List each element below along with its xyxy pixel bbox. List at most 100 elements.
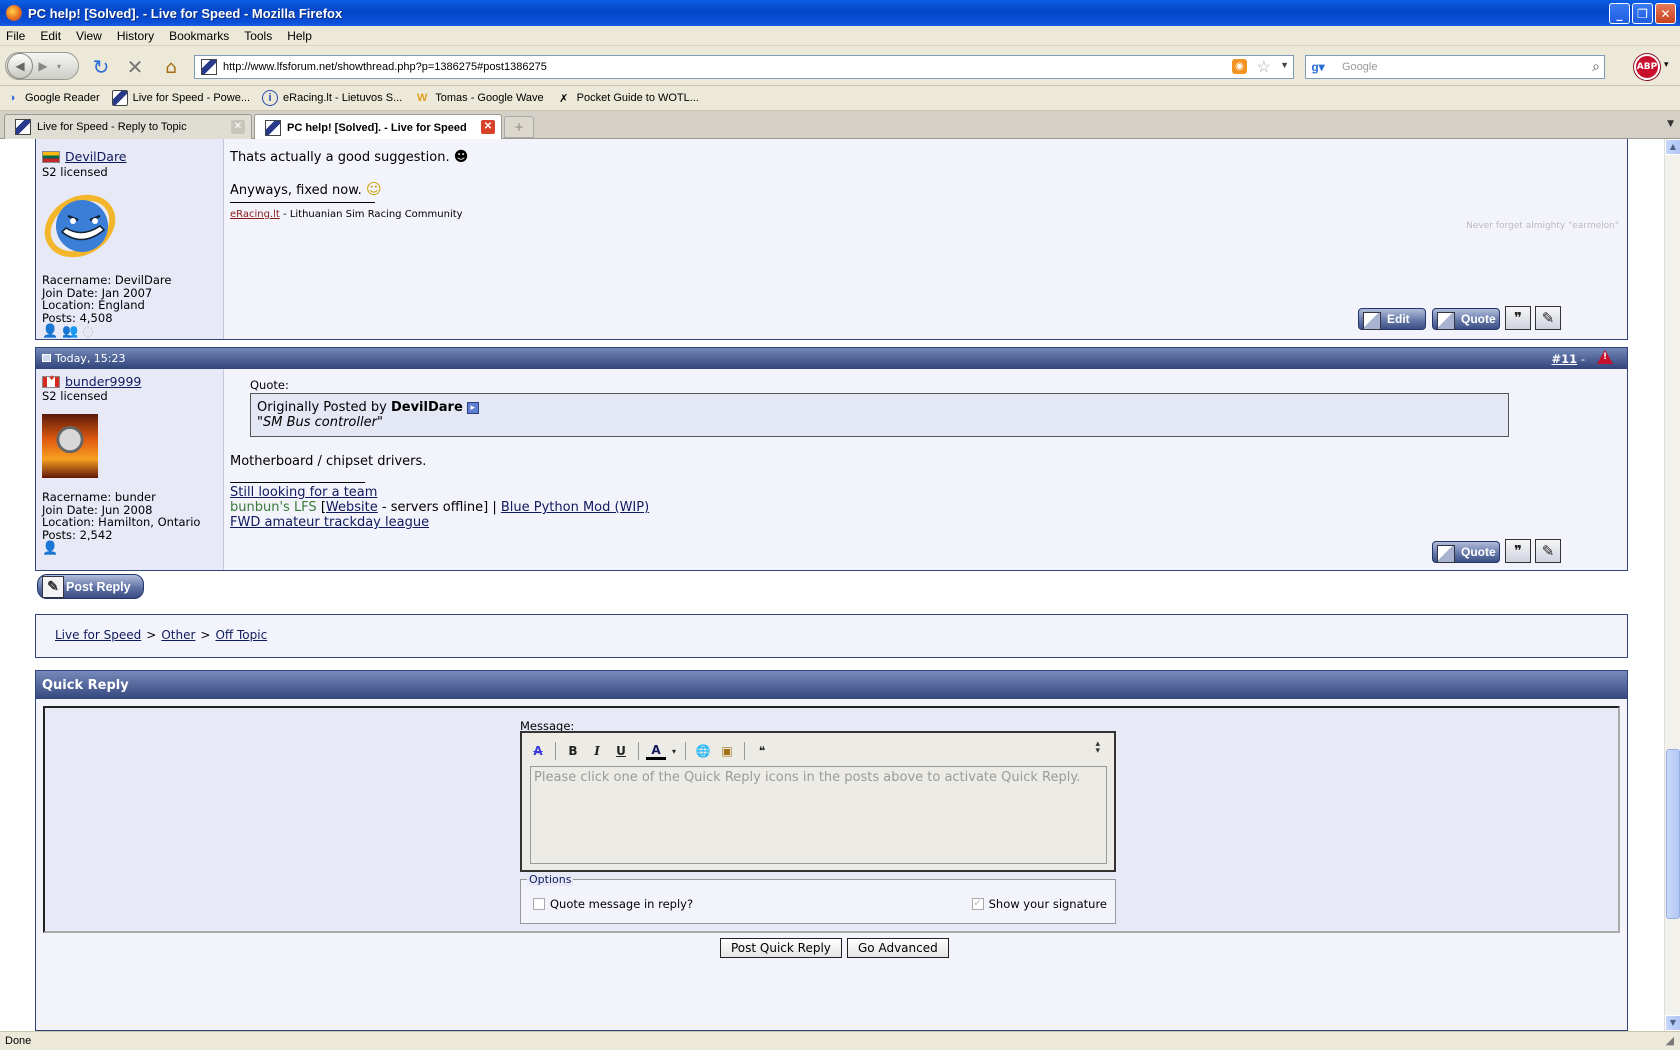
bookmark-google-reader[interactable]: ◑ Google Reader	[4, 90, 100, 106]
menu-bookmarks[interactable]: Bookmarks	[169, 29, 229, 43]
menu-edit[interactable]: Edit	[40, 29, 61, 43]
eracing-link[interactable]: eRacing.lt	[230, 209, 280, 220]
quote-box: Originally Posted by DevilDare ▸ "SM Bus …	[250, 393, 1509, 437]
post-quick-reply-button[interactable]: Post Quick Reply	[720, 938, 842, 958]
tab-pc-help[interactable]: PC help! [Solved]. - Live for Speed ✕	[254, 114, 502, 140]
quote-button[interactable]: Quote	[1432, 308, 1500, 330]
scroll-down-icon[interactable]: ▼	[1665, 1015, 1680, 1031]
breadcrumb-other[interactable]: Other	[161, 628, 195, 642]
underline-icon[interactable]: U	[611, 741, 631, 761]
message-textarea[interactable]: Please click one of the Quick Reply icon…	[530, 766, 1107, 864]
firefox-icon	[6, 5, 22, 21]
quote-button[interactable]: Quote	[1432, 541, 1500, 563]
multi-quote-icon[interactable]: ❞	[1505, 306, 1531, 330]
report-post-icon[interactable]	[1597, 350, 1613, 364]
search-magnifier-icon[interactable]: ⌕	[1592, 58, 1600, 75]
website-link[interactable]: Website	[326, 500, 378, 515]
home-icon[interactable]: ⌂	[158, 54, 184, 80]
resize-grip-icon[interactable]: ◢	[1666, 1032, 1674, 1050]
bookmark-star-icon[interactable]: ☆	[1257, 57, 1271, 77]
italic-icon[interactable]: I	[587, 741, 607, 761]
menu-view[interactable]: View	[76, 29, 102, 43]
user-profile-icon[interactable]: 👤	[42, 324, 58, 339]
menu-history[interactable]: History	[117, 29, 154, 43]
tab-close-icon[interactable]: ✕	[481, 120, 495, 134]
scrollbar-thumb[interactable]	[1666, 749, 1680, 919]
scroll-up-icon[interactable]: ▲	[1665, 139, 1680, 155]
user-profile-icon[interactable]: 👤	[42, 541, 58, 556]
minimize-button[interactable]: _	[1609, 3, 1630, 24]
breadcrumb-off-topic[interactable]: Off Topic	[215, 628, 267, 642]
checkbox-icon[interactable]	[533, 898, 545, 910]
font-color-icon[interactable]: A	[646, 742, 666, 760]
url-bar[interactable]: http://www.lfsforum.net/showthread.php?p…	[194, 55, 1294, 79]
user-buddy-icon[interactable]: 👥	[62, 324, 78, 339]
tab-bar: Live for Speed - Reply to Topic ✕ PC hel…	[0, 111, 1680, 140]
quick-reply-icon[interactable]: ✎	[1535, 539, 1561, 563]
quick-reply-title: Quick Reply	[36, 671, 1627, 699]
bookmark-eracing[interactable]: i eRacing.lt - Lietuvos S...	[262, 90, 402, 106]
quick-reply-icon[interactable]: ✎	[1535, 306, 1561, 330]
window-titlebar: PC help! [Solved]. - Live for Speed - Mo…	[0, 0, 1680, 26]
post-header-bar: Today, 15:23 #11 -	[35, 347, 1628, 369]
show-signature-checkbox[interactable]: ✓ Show your signature	[971, 897, 1107, 911]
tab-reply-to-topic[interactable]: Live for Speed - Reply to Topic ✕	[4, 114, 252, 139]
bookmark-pocket-guide[interactable]: ✗ Pocket Guide to WOTL...	[556, 90, 699, 106]
stop-icon[interactable]: ✕	[122, 54, 148, 80]
quote-attribution: Originally Posted by DevilDare ▸	[257, 400, 1502, 415]
user-title: S2 licensed	[42, 165, 108, 179]
history-dropdown-icon[interactable]: ▾	[53, 62, 65, 71]
resize-editor-icon[interactable]: ▴ ▾	[1095, 740, 1100, 756]
bookmarks-toolbar: ◑ Google Reader Live for Speed - Powe...…	[0, 86, 1680, 111]
insert-quote-icon[interactable]: ❝	[752, 741, 772, 761]
search-bar[interactable]: g▾ Google ⌕	[1305, 55, 1605, 79]
insert-image-icon[interactable]: ▣	[717, 741, 737, 761]
figure-icon: ✗	[559, 92, 569, 105]
message-editor: A B I U A ▾ 🌐 ▣ ❝ ▴ ▾ Please click one of…	[520, 731, 1116, 872]
vertical-scrollbar[interactable]: ▲ ▼	[1664, 139, 1680, 1031]
menu-file[interactable]: File	[6, 29, 25, 43]
menu-help[interactable]: Help	[287, 29, 312, 43]
new-tab-button[interactable]: +	[504, 116, 534, 138]
view-post-arrow-icon[interactable]: ▸	[466, 401, 479, 414]
go-advanced-button[interactable]: Go Advanced	[847, 938, 949, 958]
team-link[interactable]: Still looking for a team	[230, 485, 377, 500]
abp-dropdown-icon[interactable]: ▾	[1664, 60, 1669, 70]
menu-tools[interactable]: Tools	[244, 29, 272, 43]
post-reply-button[interactable]: Post Reply	[37, 574, 144, 599]
canada-flag-icon	[42, 374, 60, 388]
font-color-dropdown-icon[interactable]: ▾	[670, 741, 678, 761]
post-text-line: Anyways, fixed now. ☺	[230, 180, 382, 198]
username-link[interactable]: bunder9999	[42, 374, 141, 389]
quote-message-checkbox[interactable]: Quote message in reply?	[533, 897, 693, 911]
adblock-plus-icon[interactable]: ABP	[1634, 54, 1660, 80]
signature-line-1: Still looking for a team	[230, 485, 377, 500]
bold-icon[interactable]: B	[563, 741, 583, 761]
status-bar: Done ◢	[0, 1031, 1680, 1050]
reload-icon[interactable]: ↻	[88, 54, 114, 80]
username-link[interactable]: DevilDare	[42, 149, 127, 164]
trackday-league-link[interactable]: FWD amateur trackday league	[230, 515, 429, 530]
blue-python-mod-link[interactable]: Blue Python Mod (WIP)	[501, 500, 649, 515]
bookmark-live-for-speed[interactable]: Live for Speed - Powe...	[111, 90, 250, 106]
tab-list-dropdown-icon[interactable]: ▼	[1667, 119, 1674, 129]
back-button[interactable]: ◀	[7, 53, 33, 79]
google-search-engine-icon[interactable]: g▾	[1310, 59, 1326, 75]
maximize-button[interactable]: ❐	[1632, 3, 1653, 24]
quote-label: Quote:	[250, 378, 289, 392]
post-devildare: DevilDare S2 licensed Racername: DevilDa…	[35, 139, 1628, 340]
remove-formatting-icon[interactable]: A	[528, 741, 548, 761]
close-window-button[interactable]: ✕	[1655, 3, 1676, 24]
multi-quote-icon[interactable]: ❞	[1505, 539, 1531, 563]
url-dropdown-icon[interactable]: ▼	[1280, 60, 1289, 70]
checked-checkbox-icon[interactable]: ✓	[971, 898, 984, 910]
edit-button[interactable]: Edit	[1358, 308, 1426, 330]
forward-button[interactable]: ▶	[33, 59, 53, 73]
post-number-link[interactable]: #11	[1552, 352, 1578, 366]
breadcrumb-live-for-speed[interactable]: Live for Speed	[55, 628, 141, 642]
insert-link-icon[interactable]: 🌐	[693, 741, 713, 761]
tab-close-icon[interactable]: ✕	[231, 120, 245, 134]
rss-feed-icon[interactable]: ◉	[1232, 59, 1247, 74]
bookmark-google-wave[interactable]: W Tomas - Google Wave	[414, 90, 544, 106]
options-fieldset: Options Quote message in reply? ✓ Show y…	[520, 873, 1116, 924]
